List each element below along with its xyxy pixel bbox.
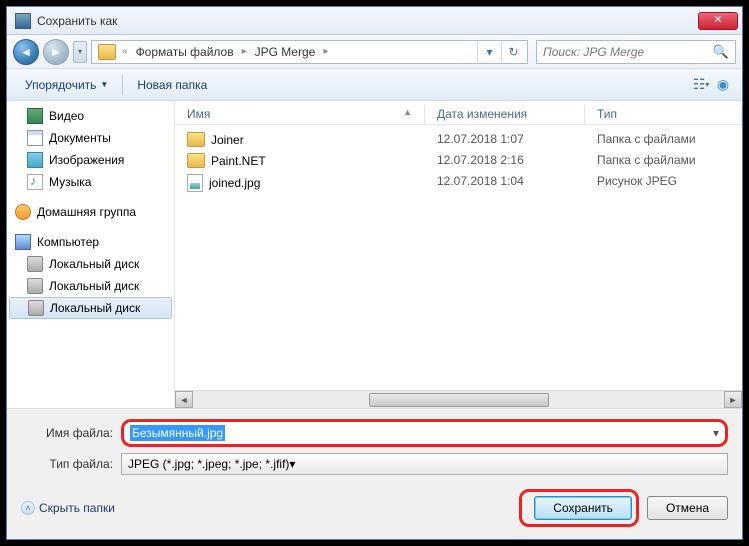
save-button-highlight: Сохранить [519,489,639,527]
bottom-panel: Имя файла: Безымянный.jpg ▾ Тип файла: J… [7,408,742,539]
file-pane: Имя▲ Дата изменения Тип Joiner 12.07.201… [175,101,742,408]
filetype-value: JPEG (*.jpg; *.jpeg; *.jpe; *.jfif) [128,457,289,471]
new-folder-button[interactable]: Новая папка [127,74,217,96]
video-icon [27,108,43,124]
filename-dropdown[interactable]: ▾ [713,426,719,440]
sort-indicator-icon: ▲ [403,107,412,122]
app-icon [15,13,31,29]
chevron-up-icon: ˄ [21,501,35,515]
chevron-right-icon: ▸ [321,46,330,57]
view-options-button[interactable]: ☷ ▾ [690,74,712,96]
filetype-select[interactable]: JPEG (*.jpg; *.jpeg; *.jpe; *.jfif) ▾ [121,453,728,475]
folder-icon [187,132,205,147]
cancel-button[interactable]: Отмена [647,496,728,520]
chevron-right-icon: ▸ [240,46,249,57]
toolbar: Упорядочить ▼ Новая папка ☷ ▾ ◉ [7,69,742,101]
folder-icon [187,153,205,168]
folder-icon [98,44,116,60]
address-bar[interactable]: « Форматы файлов ▸ JPG Merge ▸ ▾ ↻ [91,40,528,64]
search-icon: 🔍 [713,44,729,60]
sidebar-item-images[interactable]: Изображения [7,149,174,171]
column-headers: Имя▲ Дата изменения Тип [175,101,742,125]
filetype-label: Тип файла: [21,457,121,471]
save-as-dialog: Сохранить как ✕ ◄ ► ▾ « Форматы файлов ▸… [6,6,743,540]
file-row[interactable]: Joiner 12.07.2018 1:07 Папка с файлами [175,129,742,150]
save-button[interactable]: Сохранить [534,496,632,520]
close-button[interactable]: ✕ [698,12,738,30]
jpg-icon [187,174,203,192]
file-list: Joiner 12.07.2018 1:07 Папка с файлами P… [175,125,742,390]
disk-icon [27,278,43,294]
sidebar-item-homegroup[interactable]: Домашняя группа [7,201,174,223]
window-title: Сохранить как [37,14,698,28]
sidebar-item-video[interactable]: Видео [7,105,174,127]
filename-label: Имя файла: [21,426,121,440]
breadcrumb-back-icon[interactable]: « [120,46,130,57]
sidebar-item-documents[interactable]: Документы [7,127,174,149]
navigation-bar: ◄ ► ▾ « Форматы файлов ▸ JPG Merge ▸ ▾ ↻… [7,35,742,69]
titlebar: Сохранить как ✕ [7,7,742,35]
address-dropdown[interactable]: ▾ [477,41,501,63]
back-button[interactable]: ◄ [13,39,39,65]
help-button[interactable]: ◉ [712,74,734,96]
column-name[interactable]: Имя▲ [175,105,425,124]
sidebar-item-music[interactable]: Музыка [7,171,174,193]
sidebar-item-disk[interactable]: Локальный диск [9,297,172,319]
horizontal-scrollbar[interactable]: ◄ ► [175,390,742,408]
sidebar-item-disk[interactable]: Локальный диск [7,253,174,275]
documents-icon [27,130,43,146]
computer-icon [15,234,31,250]
column-type[interactable]: Тип [585,105,742,124]
sidebar-item-computer[interactable]: Компьютер [7,231,174,253]
homegroup-icon [15,204,31,220]
file-row[interactable]: Paint.NET 12.07.2018 2:16 Папка с файлам… [175,150,742,171]
file-row[interactable]: joined.jpg 12.07.2018 1:04 Рисунок JPEG [175,171,742,195]
breadcrumb-item[interactable]: Форматы файлов [130,45,240,59]
column-date[interactable]: Дата изменения [425,105,585,124]
search-box[interactable]: 🔍 [536,40,736,64]
filename-input[interactable]: Безымянный.jpg ▾ [121,419,728,447]
scroll-thumb[interactable] [369,393,549,407]
search-input[interactable] [543,45,713,59]
nav-history-dropdown[interactable]: ▾ [73,41,87,63]
scroll-right-button[interactable]: ► [724,391,742,408]
disk-icon [28,300,44,316]
filetype-dropdown-icon: ▾ [289,457,295,471]
music-icon [27,174,43,190]
images-icon [27,152,43,168]
sidebar-item-disk[interactable]: Локальный диск [7,275,174,297]
sidebar: Видео Документы Изображения Музыка Домаш… [7,101,175,408]
refresh-button[interactable]: ↻ [501,41,525,63]
disk-icon [27,256,43,272]
organize-button[interactable]: Упорядочить ▼ [15,74,118,96]
forward-button[interactable]: ► [43,39,69,65]
breadcrumb-item[interactable]: JPG Merge [249,45,322,59]
hide-folders-button[interactable]: ˄ Скрыть папки [21,501,115,515]
scroll-left-button[interactable]: ◄ [175,391,193,408]
filename-value: Безымянный.jpg [130,425,225,441]
